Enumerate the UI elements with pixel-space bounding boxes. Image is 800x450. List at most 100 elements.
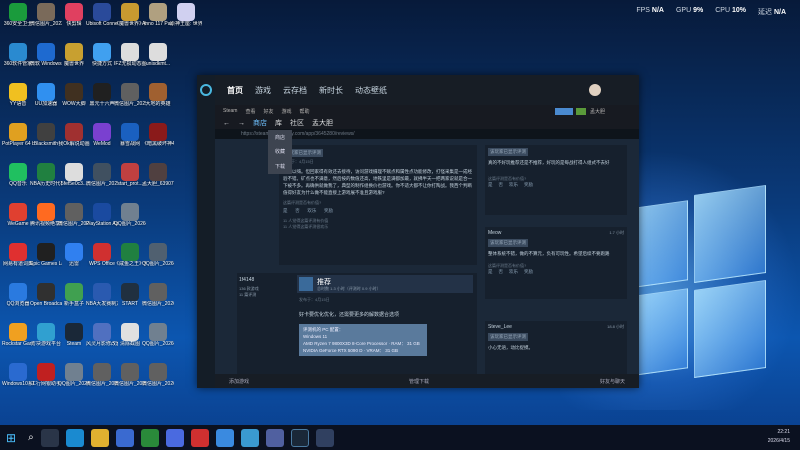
mail-icon[interactable] [165, 428, 184, 447]
desktop-icon[interactable]: QQ图片_20260301... [114, 202, 146, 238]
nav-time[interactable]: 新时长 [319, 85, 343, 96]
side2-no[interactable]: 否 [499, 269, 504, 275]
tab-library[interactable]: 库 [275, 118, 282, 128]
desktop-icon[interactable]: QQ图片_20260320... [142, 322, 174, 358]
nav-cloud[interactable]: 云存档 [283, 85, 307, 96]
reviewer-name[interactable]: 1f4148 [239, 277, 259, 283]
desktop-icon[interactable]: 微信图片_20260302... [142, 282, 174, 318]
review-card-main: 该玩家已显示评测 发布于：4月15日 性问以嗨。但回家得有效还去接待，访问游戏摄… [279, 145, 477, 265]
app-icon [9, 203, 27, 221]
vote-row: 是 否 欢乐 奖励 [283, 208, 473, 214]
side3-user[interactable]: Steve_Lee [488, 324, 512, 330]
nav-games[interactable]: 游戏 [255, 85, 271, 96]
app2-icon[interactable] [315, 428, 334, 447]
desktop-icon[interactable]: 大地的英雄 [142, 82, 174, 118]
forward-icon[interactable]: → [238, 120, 245, 127]
desktop-icon-label: QQ图片_20260301... [114, 221, 146, 227]
side2-funny[interactable]: 欢乐 [509, 269, 518, 275]
app-icon [65, 123, 83, 141]
vote-funny-button[interactable]: 欢乐 [307, 208, 316, 214]
review-posted: 发布于：4月15日 [283, 159, 314, 164]
app-icon [37, 323, 55, 341]
account-menu[interactable]: 孟大胆 [590, 108, 605, 115]
qq-browser-icon[interactable] [215, 428, 234, 447]
explorer-icon[interactable] [90, 428, 109, 447]
desktop-icon[interactable]: 微信图片_20260322... [142, 362, 174, 398]
menu-view[interactable]: 查看 [245, 108, 255, 115]
manage-downloads-button[interactable]: 管理下载 [409, 378, 429, 385]
launcher-taskbar-icon[interactable] [240, 428, 259, 447]
side2-user[interactable]: Meow [488, 230, 501, 236]
side1-award[interactable]: 奖励 [524, 182, 533, 188]
launcher-logo-icon[interactable] [200, 84, 212, 96]
app-icon [121, 283, 139, 301]
taskview-icon[interactable] [40, 428, 59, 447]
review-card-side-3: Steve_Lee 18.8 小时 该玩家已显示评测 小心无语，动比捉摸。 [485, 321, 627, 376]
review-card-author: 1f4148 136 款游戏 11 篇评测 推荐 总时数 1.3 小时（评测时 … [237, 273, 477, 388]
dropdown-wishlist[interactable]: 收藏 [275, 148, 285, 155]
app-icon [93, 203, 111, 221]
app-icon [121, 43, 139, 61]
review-text: 性问以嗨。但回家得有效还去接待，访问游戏摄理不赋点和属性点功能修改，打怪采集是一… [283, 169, 472, 195]
app-icon [93, 163, 111, 181]
vote-yes-button[interactable]: 是 [283, 208, 288, 214]
announce-button[interactable] [554, 107, 573, 115]
search-icon[interactable]: ⌕ [28, 432, 34, 443]
edge-icon[interactable] [65, 428, 84, 447]
tab-store[interactable]: 商店 [253, 118, 267, 128]
side1-funny[interactable]: 欢乐 [509, 182, 518, 188]
app-icon [93, 43, 111, 61]
side2-award[interactable]: 奖励 [524, 269, 533, 275]
app-icon [9, 163, 27, 181]
nav-wallpaper[interactable]: 动态壁纸 [355, 85, 387, 96]
app-icon[interactable] [265, 428, 284, 447]
side1-yes[interactable]: 是 [488, 182, 493, 188]
app-icon [37, 203, 55, 221]
desktop-icons: 360安全卫士微信图片_2023011...快剪辑Ubisoft Connect… [0, 0, 202, 425]
xbox-icon[interactable] [140, 428, 159, 447]
tab-community[interactable]: 社区 [290, 118, 304, 128]
desktop-icon[interactable]: QQ图片_20260312... [142, 242, 174, 278]
side2-yes[interactable]: 是 [488, 269, 493, 275]
dropdown-store[interactable]: 商店 [275, 134, 285, 141]
steam-taskbar-icon[interactable] [290, 428, 309, 447]
side1-no[interactable]: 否 [499, 182, 504, 188]
desktop-icon[interactable]: 《暗黑破坏神4》 [142, 122, 174, 158]
menu-friends[interactable]: 好友 [263, 108, 273, 115]
vote-no-button[interactable]: 否 [295, 208, 300, 214]
app-icon [37, 3, 55, 21]
launcher-topbar: 首页 游戏 云存档 新时长 动态壁纸 [215, 75, 639, 105]
spec-os: Windows 11 [303, 334, 328, 339]
review2-text: 好卡要优化优化，还需要更多的解数据合选项 [299, 312, 400, 318]
store-icon[interactable] [115, 428, 134, 447]
notify-button[interactable] [575, 107, 586, 115]
dropdown-downloads[interactable]: 下载 [275, 163, 285, 170]
desktop-icon[interactable]: 孟大胆_6390774... [142, 162, 174, 198]
menu-help[interactable]: 帮助 [300, 108, 310, 115]
app-icon [149, 3, 167, 21]
friends-chat-button[interactable]: 好友与聊天 [600, 378, 625, 385]
back-icon[interactable]: ← [223, 120, 230, 127]
windows-wallpaper-logo [620, 184, 770, 385]
desktop-icon-label: 孟大胆_6390774... [142, 181, 174, 187]
tab-profile[interactable]: 孟大胆 [312, 118, 333, 128]
start-icon[interactable]: ⊞ [6, 431, 16, 445]
review-hours: 总时数 1.3 小时（评测时 0.9 小时） [317, 286, 381, 291]
nav-home[interactable]: 首页 [227, 85, 243, 96]
add-game-button[interactable]: 添加游戏 [229, 378, 249, 385]
wps-icon[interactable] [190, 428, 209, 447]
app-icon [65, 363, 83, 381]
app-icon [121, 83, 139, 101]
menu-steam[interactable]: Steam [223, 108, 237, 114]
desktop-icon[interactable]: unisdkmt... [142, 42, 174, 78]
store-dropdown-menu: 商店 收藏 下载 [268, 130, 292, 174]
menu-games[interactable]: 游戏 [281, 108, 291, 115]
desktop-icon-label: 微信图片_20260302... [142, 301, 174, 307]
performance-overlay: FPS N/A GPU 9% CPU 10% 延迟 N/A [636, 7, 786, 16]
recommend-banner: 推荐 总时数 1.3 小时（评测时 0.9 小时） [297, 275, 473, 293]
taskbar-clock[interactable]: 22:21 2026/4/15 [768, 428, 790, 446]
app-icon [121, 123, 139, 141]
desktop-icon[interactable]: 原神王座: 世界 [170, 2, 202, 38]
award-button[interactable]: 奖励 [324, 208, 333, 214]
avatar[interactable] [589, 84, 601, 96]
